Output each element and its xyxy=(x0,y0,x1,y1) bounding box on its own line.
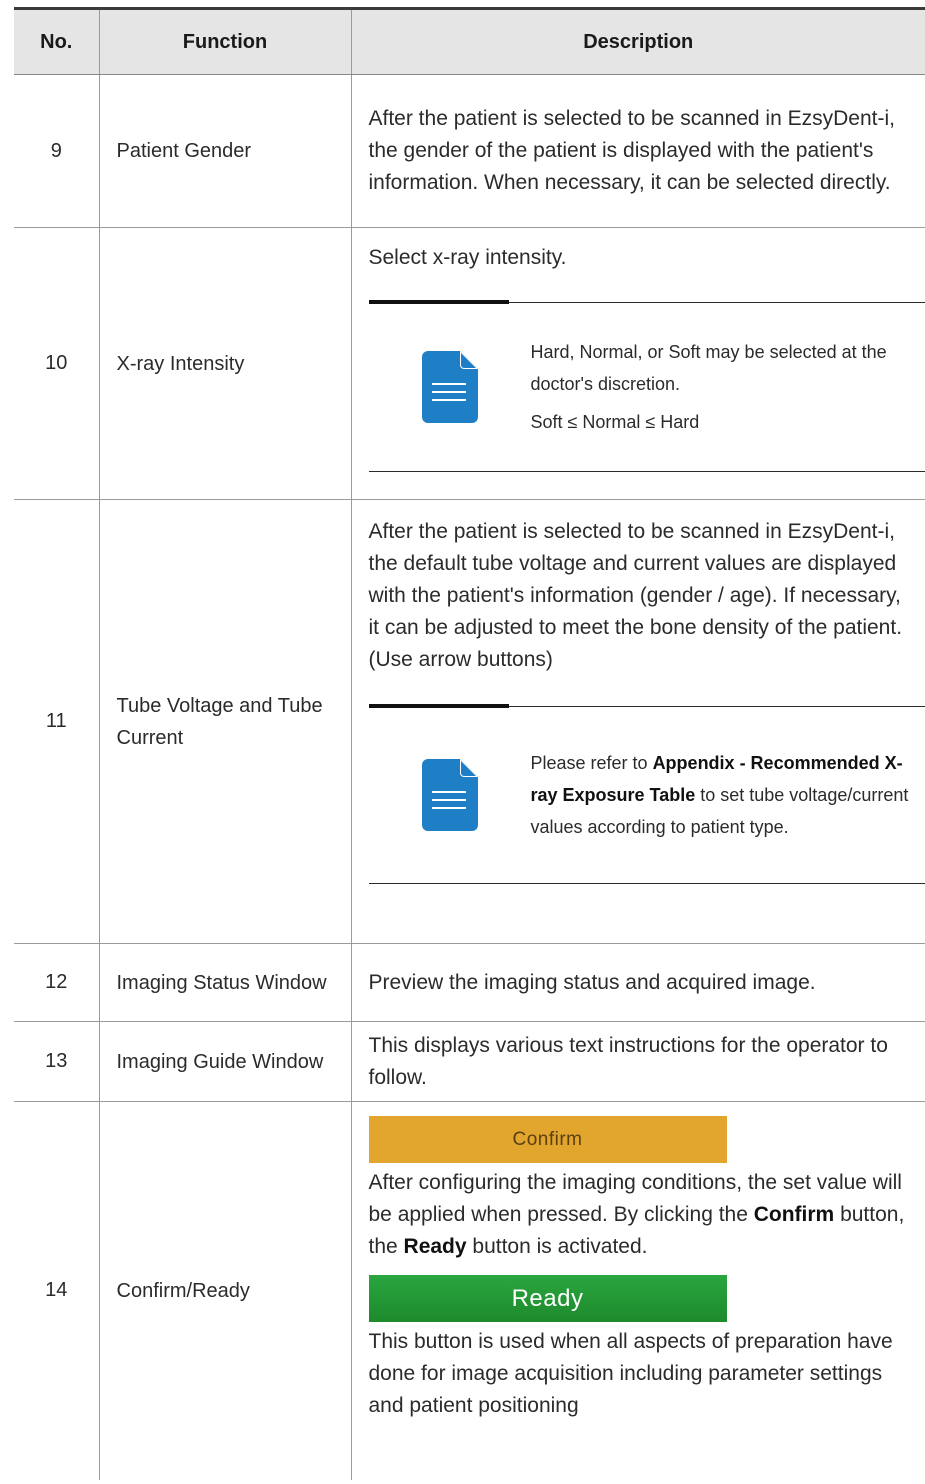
row-function: Imaging Status Window xyxy=(99,943,352,1022)
note-text-pre: Please refer to xyxy=(530,753,653,773)
ready-bold: Ready xyxy=(403,1235,467,1258)
note-document-icon xyxy=(369,351,531,423)
row-description-cell: Confirm After configuring the imaging co… xyxy=(351,1102,925,1480)
confirm-description: After configuring the imaging conditions… xyxy=(368,1171,905,1258)
row-function: Patient Gender xyxy=(99,74,352,228)
row-description-cell: After the patient is selected to be scan… xyxy=(351,499,925,944)
row-description: After the patient is selected to be scan… xyxy=(351,74,925,228)
note-box: Hard, Normal, or Soft may be selected at… xyxy=(368,296,925,472)
ready-description: This button is used when all aspects of … xyxy=(368,1330,893,1417)
row-function: Confirm/Ready xyxy=(99,1101,352,1480)
note-text-line1: Hard, Normal, or Soft may be selected at… xyxy=(530,342,887,394)
table-row: 12 Imaging Status Window Preview the ima… xyxy=(14,943,925,1022)
note-top-rule xyxy=(368,700,925,708)
row-description: This displays various text instructions … xyxy=(351,1021,925,1102)
row-number: 12 xyxy=(14,943,100,1022)
function-table: No. Function Description 9 Patient Gende… xyxy=(14,7,925,1480)
row-description: Preview the imaging status and acquired … xyxy=(351,943,925,1022)
header-function: Function xyxy=(99,7,352,75)
row-description-cell: Select x-ray intensity. Hard, Normal, or… xyxy=(351,227,925,500)
table-row: 9 Patient Gender After the patient is se… xyxy=(14,74,925,228)
row-description: Select x-ray intensity. xyxy=(368,246,567,269)
confirm-bold: Confirm xyxy=(753,1203,835,1226)
note-top-rule xyxy=(368,296,925,304)
row-number: 11 xyxy=(14,499,100,944)
table-row: 14 Confirm/Ready Confirm After configuri… xyxy=(14,1101,925,1480)
row-function: X-ray Intensity xyxy=(99,227,352,500)
table-row: 13 Imaging Guide Window This displays va… xyxy=(14,1021,925,1102)
header-no: No. xyxy=(14,7,100,75)
row-function: Imaging Guide Window xyxy=(99,1021,352,1102)
note-document-icon xyxy=(369,759,531,831)
confirm-button[interactable]: Confirm xyxy=(368,1116,727,1163)
table-row: 10 X-ray Intensity Select x-ray intensit… xyxy=(14,227,925,500)
table-row: 11 Tube Voltage and Tube Current After t… xyxy=(14,499,925,944)
row-number: 14 xyxy=(14,1101,100,1480)
row-description: After the patient is selected to be scan… xyxy=(368,520,903,671)
row-number: 9 xyxy=(14,74,100,228)
header-description: Description xyxy=(351,7,925,75)
ready-button[interactable]: Ready xyxy=(368,1275,727,1322)
row-function: Tube Voltage and Tube Current xyxy=(99,499,352,944)
function-table-page: No. Function Description 9 Patient Gende… xyxy=(14,7,925,1484)
note-text-line2: Soft ≤ Normal ≤ Hard xyxy=(530,412,700,432)
row-number: 13 xyxy=(14,1021,100,1102)
table-header-row: No. Function Description xyxy=(14,7,925,75)
note-box: Please refer to Appendix - Recommended X… xyxy=(368,700,925,884)
row-number: 10 xyxy=(14,227,100,500)
